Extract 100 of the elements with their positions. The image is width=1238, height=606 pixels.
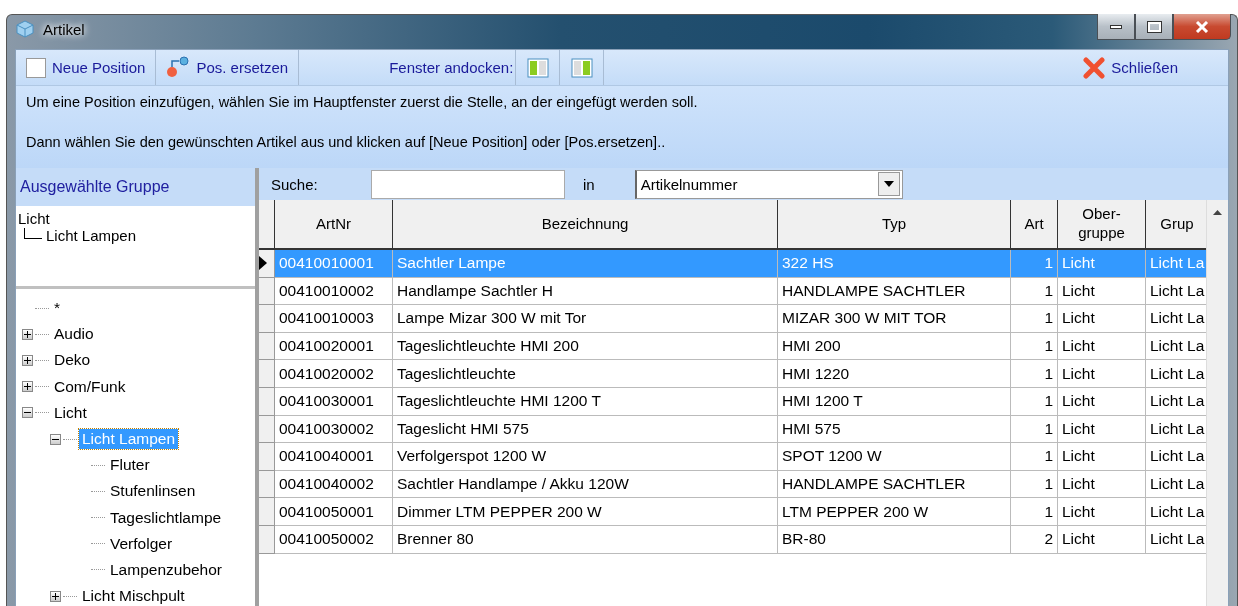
- replace-position-button[interactable]: Pos. ersetzen: [156, 50, 300, 85]
- group-path-item: Licht Lampen: [46, 227, 137, 244]
- column-header[interactable]: ArtNr: [275, 200, 393, 250]
- new-position-button[interactable]: Neue Position: [16, 50, 157, 85]
- column-header[interactable]: Ober- gruppe: [1058, 200, 1146, 250]
- table-cell: 00410020001: [275, 332, 393, 361]
- row-header[interactable]: [259, 250, 275, 278]
- table-cell: HMI 1220: [778, 360, 1011, 388]
- swap-circles-icon: [166, 55, 191, 80]
- table-cell: 1: [1011, 332, 1058, 361]
- table-cell: 00410010001: [275, 250, 393, 278]
- maximize-button[interactable]: [1135, 14, 1173, 40]
- dock-right-icon: [570, 57, 593, 78]
- table-cell: 00410010002: [275, 277, 393, 306]
- column-header[interactable]: Grup: [1146, 200, 1207, 250]
- expand-toggle[interactable]: [22, 381, 33, 393]
- table-cell: 1: [1011, 277, 1058, 306]
- table-cell: HMI 1200 T: [778, 387, 1011, 416]
- minimize-button[interactable]: [1097, 14, 1135, 40]
- dock-left-icon: [526, 57, 549, 78]
- search-field[interactable]: [371, 169, 565, 199]
- table-cell: Brenner 80: [393, 525, 778, 554]
- table-cell: 2: [1011, 525, 1058, 554]
- expand-toggle[interactable]: [22, 354, 33, 366]
- table-cell: 00410040001: [275, 443, 393, 471]
- close-window-button[interactable]: Schließen: [1073, 50, 1188, 85]
- table-cell: Handlampe Sachtler H: [393, 277, 778, 306]
- table-cell: Tageslichtleuchte HMI 200: [393, 332, 778, 361]
- header-corner: [259, 200, 275, 250]
- close-icon: [1195, 20, 1209, 33]
- collapse-toggle[interactable]: [50, 433, 61, 445]
- table-cell: 00410010003: [275, 305, 393, 333]
- tree-item[interactable]: Stufenlinsen: [107, 481, 199, 502]
- table-cell: 00410030002: [275, 415, 393, 444]
- tree-item[interactable]: Com/Funk: [51, 376, 129, 397]
- group-path-item: Licht: [18, 210, 50, 227]
- table-cell: Dimmer LTM PEPPER 200 W: [393, 498, 778, 526]
- close-icon: [1083, 56, 1106, 79]
- in-label: in: [583, 175, 595, 193]
- table-cell: Licht: [1058, 250, 1146, 278]
- cube-icon: [15, 19, 35, 39]
- table-cell: 1: [1011, 415, 1058, 444]
- table-cell: 00410030001: [275, 387, 393, 416]
- table-cell: Licht: [1058, 360, 1146, 388]
- column-header[interactable]: Art: [1011, 200, 1058, 250]
- search-label: Suche:: [271, 175, 319, 193]
- scrollbar[interactable]: [1206, 200, 1228, 606]
- table-cell: 1: [1011, 498, 1058, 526]
- tree-item[interactable]: *: [51, 298, 64, 319]
- table-cell: Lampe Mizar 300 W mit Tor: [393, 305, 778, 333]
- window-title: Artikel: [43, 20, 85, 38]
- table-cell: Licht: [1058, 305, 1146, 333]
- table-cell: 1: [1011, 360, 1058, 388]
- expand-toggle[interactable]: [50, 590, 61, 602]
- caret-icon: [883, 181, 894, 187]
- group-header: Ausgewählte Gruppe: [16, 168, 255, 206]
- tree-item[interactable]: Verfolger: [107, 533, 176, 554]
- tree-line-icon: [24, 228, 42, 239]
- table-cell: 1: [1011, 443, 1058, 471]
- dock-label: Fenster andocken:: [388, 58, 515, 78]
- search-field-dropdown[interactable]: Artikelnummer: [634, 169, 903, 199]
- table-cell: Licht: [1058, 277, 1146, 306]
- table-cell: 322 HS: [778, 250, 1011, 278]
- table-cell: HMI 575: [778, 415, 1011, 444]
- expand-toggle[interactable]: [22, 328, 33, 340]
- tree-item[interactable]: Licht: [51, 402, 90, 423]
- table-cell: Licht: [1058, 498, 1146, 526]
- table-cell: SPOT 1200 W: [778, 443, 1011, 471]
- tree-item[interactable]: Tageslichtlampe: [107, 507, 225, 528]
- table-cell: Tageslicht HMI 575: [393, 415, 778, 444]
- table-cell: Sachtler Lampe: [393, 250, 778, 278]
- column-header[interactable]: Typ: [778, 200, 1011, 250]
- tree-item[interactable]: Fluter: [107, 455, 153, 476]
- tree-item[interactable]: Licht Mischpult: [79, 586, 188, 606]
- collapse-toggle[interactable]: [22, 407, 33, 419]
- scroll-up-icon: [1213, 210, 1223, 215]
- table-cell: Licht: [1058, 415, 1146, 444]
- close-button[interactable]: [1173, 14, 1231, 40]
- info-text: Dann wählen Sie den gewünschten Artikel aus und klicken auf [Neue Position] oder [Pos.ersetzen]..: [26, 134, 667, 150]
- table-cell: HANDLAMPE SACHTLER: [778, 470, 1011, 499]
- tree-item[interactable]: Lampenzubehor: [107, 559, 226, 580]
- column-header[interactable]: Bezeichnung: [393, 200, 778, 250]
- info-text: Um eine Position einzufügen, wählen Sie im Hauptfenster zuerst die Stelle, an der eingefügt werden soll.: [26, 94, 699, 110]
- table-cell: BR-80: [778, 525, 1011, 554]
- tree-item[interactable]: Audio: [51, 324, 97, 345]
- table-cell: Licht: [1058, 332, 1146, 361]
- table-cell: 1: [1011, 387, 1058, 416]
- table-cell: Tageslichtleuchte: [393, 360, 778, 388]
- table-cell: Licht: [1058, 525, 1146, 554]
- table-cell: HMI 200: [778, 332, 1011, 361]
- dropdown-button[interactable]: [877, 172, 900, 196]
- table-cell: Licht: [1058, 470, 1146, 499]
- table-cell: MIZAR 300 W MIT TOR: [778, 305, 1011, 333]
- table-cell: Licht: [1058, 387, 1146, 416]
- table-cell: 00410020002: [275, 360, 393, 388]
- tree-item[interactable]: Deko: [51, 350, 94, 371]
- table-cell: Tageslichtleuchte HMI 1200 T: [393, 387, 778, 416]
- table-cell: LTM PEPPER 200 W: [778, 498, 1011, 526]
- table-cell: 1: [1011, 470, 1058, 499]
- table-cell: 00410040002: [275, 470, 393, 499]
